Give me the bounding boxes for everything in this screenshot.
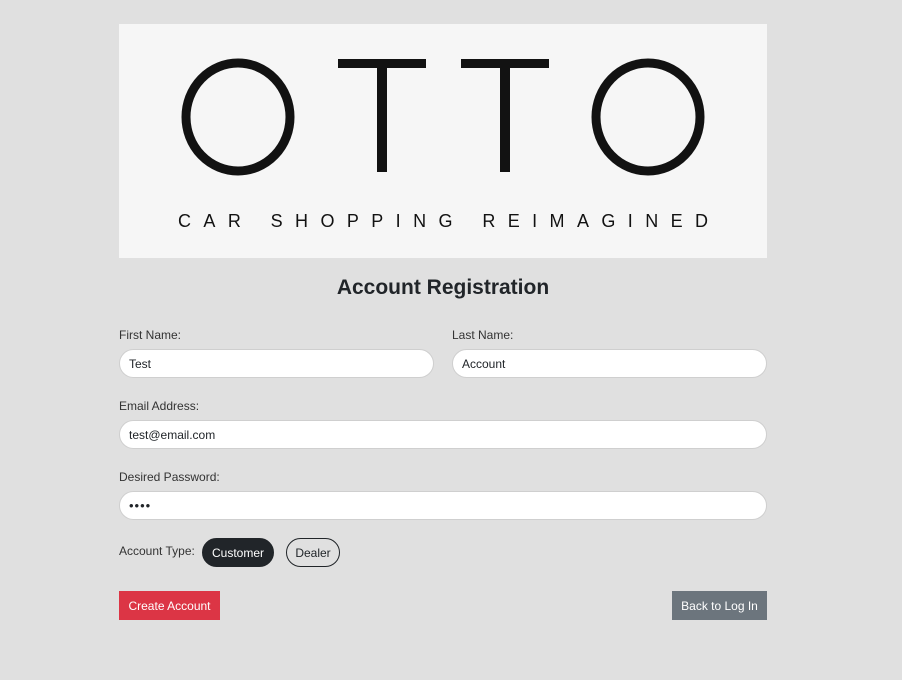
first-name-label: First Name: [119, 328, 182, 342]
account-type-dealer-option[interactable]: Dealer [286, 538, 340, 567]
password-label: Desired Password: [119, 470, 220, 484]
back-to-login-button[interactable]: Back to Log In [672, 591, 767, 620]
password-input[interactable] [119, 491, 767, 520]
last-name-input[interactable] [452, 349, 767, 378]
account-type-customer-option[interactable]: Customer [202, 538, 274, 567]
page-title: Account Registration [336, 276, 550, 299]
logo-tagline: CAR SHOPPING REIMAGINED [178, 211, 708, 231]
account-type-label: Account Type: [119, 544, 195, 558]
registration-page: CAR SHOPPING REIMAGINED Account Registra… [0, 0, 902, 680]
first-name-input[interactable] [119, 349, 434, 378]
email-input[interactable] [119, 420, 767, 449]
email-label: Email Address: [119, 399, 200, 413]
otto-logo-graphic: CAR SHOPPING REIMAGINED [178, 58, 708, 231]
create-account-button[interactable]: Create Account [119, 591, 220, 620]
last-name-label: Last Name: [452, 328, 514, 342]
otto-logo: CAR SHOPPING REIMAGINED [119, 24, 767, 258]
